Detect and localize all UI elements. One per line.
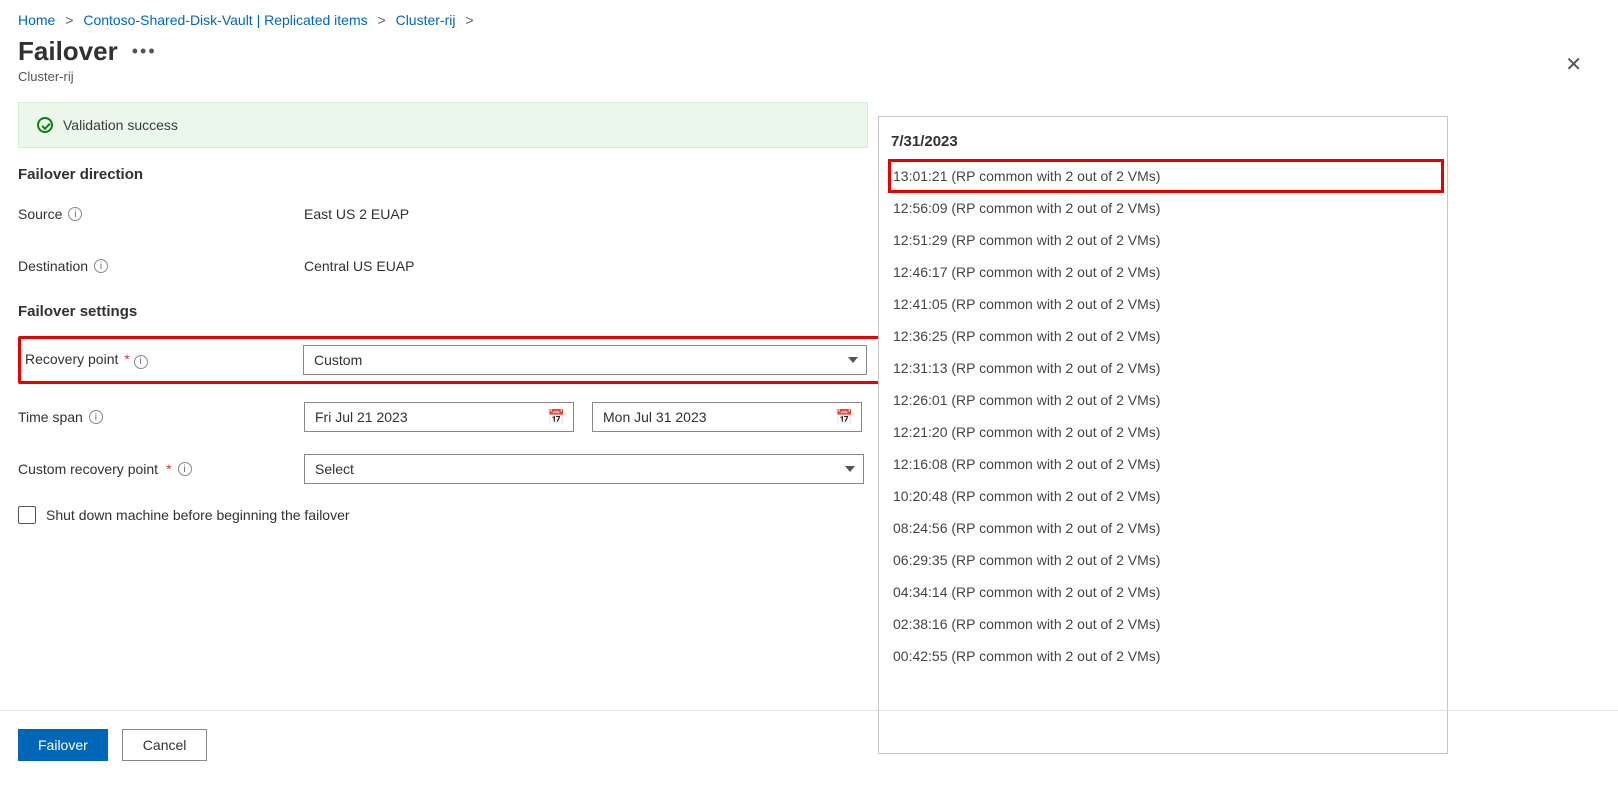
validation-text: Validation success	[63, 117, 178, 133]
failover-direction-heading: Failover direction	[18, 166, 882, 183]
page-title: Failover	[18, 36, 118, 67]
recovery-point-item[interactable]: 06:29:35 (RP common with 2 out of 2 VMs)	[889, 544, 1443, 576]
recovery-point-item[interactable]: 08:24:56 (RP common with 2 out of 2 VMs)	[889, 512, 1443, 544]
recovery-point-item[interactable]: 00:42:55 (RP common with 2 out of 2 VMs)	[889, 640, 1443, 672]
breadcrumb-sep: >	[65, 12, 73, 28]
more-actions-button[interactable]: •••	[132, 41, 157, 62]
custom-recovery-point-row: Custom recovery point * i Select	[18, 454, 882, 484]
recovery-point-item[interactable]: 12:46:17 (RP common with 2 out of 2 VMs)	[889, 256, 1443, 288]
required-asterisk: *	[124, 351, 129, 367]
destination-label: Destination	[18, 258, 88, 274]
time-span-to-value: Mon Jul 31 2023	[603, 409, 707, 425]
destination-row: Destination i Central US EUAP	[18, 251, 882, 281]
recovery-point-item[interactable]: 12:56:09 (RP common with 2 out of 2 VMs)	[889, 192, 1443, 224]
breadcrumb-vault[interactable]: Contoso-Shared-Disk-Vault | Replicated i…	[83, 12, 367, 28]
cancel-button[interactable]: Cancel	[122, 729, 208, 761]
custom-recovery-point-select[interactable]: Select	[304, 454, 864, 484]
shutdown-label: Shut down machine before beginning the f…	[46, 507, 350, 523]
source-value: East US 2 EUAP	[304, 206, 882, 222]
title-row: Failover •••	[0, 34, 1618, 67]
calendar-icon: 📅	[548, 409, 565, 426]
recovery-point-item[interactable]: 12:21:20 (RP common with 2 out of 2 VMs)	[889, 416, 1443, 448]
recovery-point-scroll[interactable]: 7/31/2023 13:01:21 (RP common with 2 out…	[879, 117, 1447, 753]
recovery-point-select[interactable]: Custom	[303, 345, 867, 375]
chevron-down-icon	[845, 466, 855, 472]
info-icon[interactable]: i	[89, 410, 103, 424]
recovery-point-select-value: Custom	[314, 352, 362, 368]
info-icon[interactable]: i	[68, 207, 82, 221]
failover-settings-heading: Failover settings	[18, 303, 882, 320]
recovery-point-item[interactable]: 12:31:13 (RP common with 2 out of 2 VMs)	[889, 352, 1443, 384]
recovery-point-item[interactable]: 10:20:48 (RP common with 2 out of 2 VMs)	[889, 480, 1443, 512]
recovery-point-item[interactable]: 12:26:01 (RP common with 2 out of 2 VMs)	[889, 384, 1443, 416]
info-icon[interactable]: i	[94, 259, 108, 273]
breadcrumb-sep: >	[378, 12, 386, 28]
footer-actions: Failover Cancel	[0, 710, 1618, 779]
breadcrumb-cluster[interactable]: Cluster-rij	[396, 12, 456, 28]
info-icon[interactable]: i	[178, 462, 192, 476]
recovery-point-row: Recovery point * i Custom	[18, 336, 882, 384]
failover-button[interactable]: Failover	[18, 729, 108, 761]
required-asterisk: *	[166, 461, 171, 477]
form-area: Failover direction Source i East US 2 EU…	[0, 166, 900, 524]
chevron-down-icon	[848, 357, 858, 363]
recovery-point-list-panel: 7/31/2023 13:01:21 (RP common with 2 out…	[878, 116, 1448, 754]
info-icon[interactable]: i	[134, 355, 148, 369]
time-span-label: Time span	[18, 409, 83, 425]
recovery-point-date-header: 7/31/2023	[889, 127, 1443, 160]
recovery-point-item[interactable]: 12:36:25 (RP common with 2 out of 2 VMs)	[889, 320, 1443, 352]
custom-recovery-point-label: Custom recovery point	[18, 461, 158, 477]
validation-banner: Validation success	[18, 102, 868, 148]
recovery-point-item[interactable]: 13:01:21 (RP common with 2 out of 2 VMs)	[889, 160, 1443, 192]
time-span-from-value: Fri Jul 21 2023	[315, 409, 408, 425]
breadcrumb-home[interactable]: Home	[18, 12, 55, 28]
page-subtitle: Cluster-rij	[0, 67, 1618, 98]
source-row: Source i East US 2 EUAP	[18, 199, 882, 229]
success-check-icon	[37, 117, 53, 133]
custom-recovery-point-value: Select	[315, 461, 354, 477]
time-span-to-input[interactable]: Mon Jul 31 2023 📅	[592, 402, 862, 432]
recovery-point-item[interactable]: 12:51:29 (RP common with 2 out of 2 VMs)	[889, 224, 1443, 256]
time-span-row: Time span i Fri Jul 21 2023 📅 Mon Jul 31…	[18, 402, 882, 432]
shutdown-checkbox[interactable]	[18, 506, 36, 524]
close-button[interactable]: ✕	[1565, 52, 1582, 77]
breadcrumb-sep: >	[465, 12, 473, 28]
calendar-icon: 📅	[836, 409, 853, 426]
recovery-point-item[interactable]: 12:16:08 (RP common with 2 out of 2 VMs)	[889, 448, 1443, 480]
destination-value: Central US EUAP	[304, 258, 882, 274]
recovery-point-item[interactable]: 12:41:05 (RP common with 2 out of 2 VMs)	[889, 288, 1443, 320]
time-span-from-input[interactable]: Fri Jul 21 2023 📅	[304, 402, 574, 432]
recovery-point-item[interactable]: 02:38:16 (RP common with 2 out of 2 VMs)	[889, 608, 1443, 640]
recovery-point-item[interactable]: 04:34:14 (RP common with 2 out of 2 VMs)	[889, 576, 1443, 608]
breadcrumb: Home > Contoso-Shared-Disk-Vault | Repli…	[0, 0, 1618, 34]
source-label: Source	[18, 206, 62, 222]
recovery-point-label: Recovery point	[25, 351, 118, 367]
shutdown-row: Shut down machine before beginning the f…	[18, 506, 882, 524]
